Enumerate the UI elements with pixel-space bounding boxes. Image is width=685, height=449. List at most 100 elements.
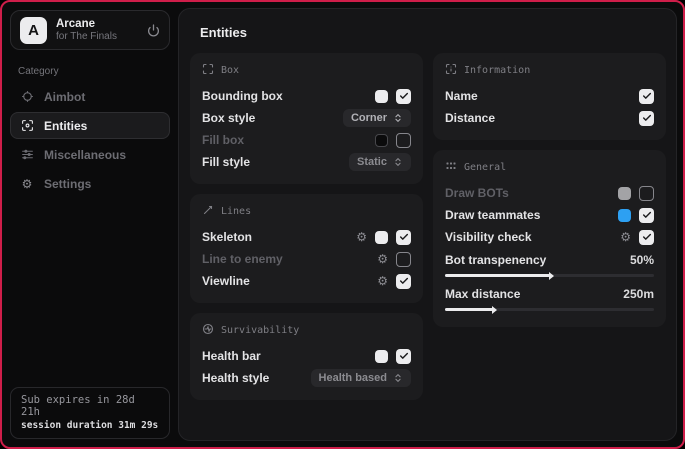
row-label: Distance (445, 111, 639, 125)
row-bot-transparency: Bot transpenency 50% (445, 250, 654, 270)
panel-survivability: Survivability Health bar Health style (190, 313, 423, 400)
row-label: Visibility check (445, 230, 620, 244)
row-fill-box: Fill box (202, 129, 411, 151)
dropdown-value: Corner (351, 112, 387, 124)
category-label: Category (18, 66, 170, 77)
sliders-icon (20, 148, 34, 161)
bot-transparency-slider[interactable] (445, 274, 654, 277)
row-draw-teammates: Draw teammates (445, 204, 654, 226)
checkbox-checked[interactable] (639, 230, 654, 245)
sidebar-item-aimbot[interactable]: Aimbot (10, 83, 170, 110)
crosshair-icon (20, 90, 34, 103)
app-window: A Arcane for The Finals Category Aimbot (0, 0, 685, 449)
sidebar-item-label: Aimbot (44, 90, 85, 104)
panel-general-header: General (445, 160, 654, 175)
color-swatch[interactable] (618, 187, 631, 200)
dropdown-value: Health based (319, 372, 387, 384)
checkbox-unchecked[interactable] (639, 186, 654, 201)
checkbox-checked[interactable] (639, 89, 654, 104)
app-avatar: A (20, 17, 47, 44)
slider-fill[interactable] (445, 274, 550, 277)
checkbox-unchecked[interactable] (396, 133, 411, 148)
sidebar-item-label: Settings (44, 177, 91, 191)
checkbox-unchecked[interactable] (396, 252, 411, 267)
panel-title: Box (221, 65, 239, 76)
sub-expiry-text: Sub expires in 28d 21h (21, 394, 159, 418)
gear-icon[interactable]: ⚙ (377, 275, 388, 287)
sidebar-item-entities[interactable]: Entities (10, 112, 170, 139)
row-line-to-enemy: Line to enemy ⚙ (202, 248, 411, 270)
box-style-dropdown[interactable]: Corner (343, 109, 411, 127)
row-viewline: Viewline ⚙ (202, 270, 411, 292)
right-column: Information Name Distance (433, 53, 666, 400)
max-distance-slider[interactable] (445, 308, 654, 311)
gear-icon[interactable]: ⚙ (377, 253, 388, 265)
box-icon (202, 63, 214, 78)
row-health-bar: Health bar (202, 345, 411, 367)
row-label: Health bar (202, 349, 375, 363)
app-title: Arcane (56, 18, 138, 31)
panel-title: General (464, 162, 506, 173)
row-label: Fill style (202, 155, 349, 169)
row-name: Name (445, 85, 654, 107)
row-label: Health style (202, 371, 311, 385)
logo-card: A Arcane for The Finals (10, 10, 170, 50)
row-distance: Distance (445, 107, 654, 129)
logo-text: Arcane for The Finals (56, 18, 138, 43)
row-draw-bots: Draw BOTs (445, 182, 654, 204)
row-skeleton: Skeleton ⚙ (202, 226, 411, 248)
gear-icon: ⚙ (20, 178, 34, 190)
row-label: Line to enemy (202, 252, 377, 266)
row-label: Name (445, 89, 639, 103)
checkbox-checked[interactable] (396, 274, 411, 289)
panel-title: Information (464, 65, 530, 76)
sidebar-nav: Aimbot Entities Miscellaneous (10, 83, 170, 197)
sidebar-item-miscellaneous[interactable]: Miscellaneous (10, 141, 170, 168)
chevrons-up-down-icon (393, 373, 403, 383)
color-swatch[interactable] (375, 231, 388, 244)
slider-fill[interactable] (445, 308, 493, 311)
row-health-style: Health style Health based (202, 367, 411, 389)
chevrons-up-down-icon (393, 113, 403, 123)
checkbox-checked[interactable] (639, 111, 654, 126)
slider-value: 50% (630, 253, 654, 267)
gear-icon[interactable]: ⚙ (356, 231, 367, 243)
panel-general: General Draw BOTs Draw teammates (433, 150, 666, 327)
slider-value: 250m (623, 287, 654, 301)
panel-lines-header: Lines (202, 204, 411, 219)
row-label: Draw BOTs (445, 186, 618, 200)
page-title: Entities (200, 25, 666, 40)
row-label: Fill box (202, 133, 375, 147)
dropdown-value: Static (357, 156, 387, 168)
row-max-distance: Max distance 250m (445, 284, 654, 304)
panel-box: Box Bounding box Box style (190, 53, 423, 184)
color-swatch[interactable] (375, 134, 388, 147)
row-label: Bot transpenency (445, 253, 630, 267)
heart-pulse-icon (202, 323, 214, 338)
row-label: Bounding box (202, 89, 375, 103)
gear-icon[interactable]: ⚙ (620, 231, 631, 243)
checkbox-checked[interactable] (396, 349, 411, 364)
panel-box-header: Box (202, 63, 411, 78)
row-box-style: Box style Corner (202, 107, 411, 129)
panel-information-header: Information (445, 63, 654, 78)
row-label: Draw teammates (445, 208, 618, 222)
color-swatch[interactable] (375, 90, 388, 103)
info-scan-icon (445, 63, 457, 78)
left-column: Box Bounding box Box style (190, 53, 423, 400)
color-swatch[interactable] (618, 209, 631, 222)
checkbox-checked[interactable] (639, 208, 654, 223)
main-content: Entities Box Bounding box (178, 8, 677, 441)
session-duration-text: session duration 31m 29s (21, 420, 159, 431)
checkbox-checked[interactable] (396, 89, 411, 104)
health-style-dropdown[interactable]: Health based (311, 369, 411, 387)
entities-icon (20, 119, 34, 132)
power-icon[interactable] (147, 24, 160, 37)
fill-style-dropdown[interactable]: Static (349, 153, 411, 171)
row-label: Viewline (202, 274, 377, 288)
sidebar-item-settings[interactable]: ⚙ Settings (10, 170, 170, 197)
sidebar: A Arcane for The Finals Category Aimbot (2, 2, 178, 447)
color-swatch[interactable] (375, 350, 388, 363)
row-label: Skeleton (202, 230, 356, 244)
checkbox-checked[interactable] (396, 230, 411, 245)
